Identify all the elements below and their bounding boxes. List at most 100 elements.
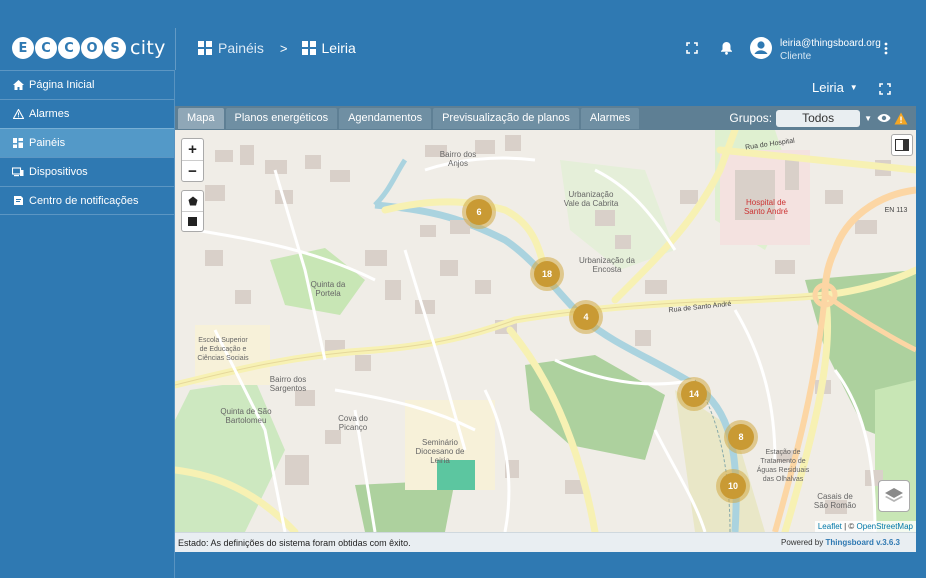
cluster-count: 10 xyxy=(720,473,746,499)
warning-icon[interactable] xyxy=(894,112,908,125)
draw-toolbar xyxy=(181,190,204,232)
sidebar-item-notifications[interactable]: Centro de notificações xyxy=(0,186,174,215)
map-view[interactable]: Bairro dos Anjos Urbanização Vale da Cab… xyxy=(175,130,916,532)
top-bar: E C C O S city Painéis > Leiria leiria@t… xyxy=(0,0,926,70)
home-icon xyxy=(12,79,24,91)
openstreetmap-link[interactable]: OpenStreetMap xyxy=(857,522,913,531)
powered-by: Powered by Thingsboard v.3.6.3 xyxy=(781,538,900,547)
user-info[interactable]: leiria@thingsboard.org Cliente xyxy=(780,37,881,63)
cluster-count: 8 xyxy=(728,424,754,450)
draw-rectangle-button[interactable] xyxy=(182,211,203,231)
breadcrumb: Painéis > Leiria xyxy=(198,40,356,56)
map-label: Urbanização Vale da Cabrita xyxy=(563,190,619,208)
chevron-down-icon[interactable]: ▼ xyxy=(864,114,872,123)
logo-city-text: city xyxy=(130,37,166,59)
marker-cluster[interactable]: 8 xyxy=(724,420,758,454)
tab-energy-plans[interactable]: Planos energéticos xyxy=(225,107,338,129)
attribution-separator: | © xyxy=(841,522,857,531)
map-label: EN 113 xyxy=(884,207,908,214)
tab-alarms[interactable]: Alarmes xyxy=(580,107,640,129)
marker-cluster[interactable]: 6 xyxy=(462,195,496,229)
map-label: Urbanização da Encosta xyxy=(578,256,636,274)
eccos-city-logo[interactable]: E C C O S city xyxy=(12,37,166,59)
marker-cluster[interactable]: 14 xyxy=(677,377,711,411)
tab-plan-preview[interactable]: Previsualização de planos xyxy=(433,107,579,129)
groups-label: Grupos: xyxy=(729,111,773,125)
devices-icon xyxy=(12,166,24,178)
dashboard-fullscreen-button[interactable] xyxy=(879,82,891,100)
map-label: Quinta de São Bartolomeu xyxy=(220,407,272,425)
sidebar-item-devices[interactable]: Dispositivos xyxy=(0,157,174,186)
account-circle-icon xyxy=(750,37,772,59)
sidebar-item-label: Página Inicial xyxy=(29,79,95,91)
dashboard-state-value: Leiria xyxy=(812,80,844,95)
marker-cluster[interactable]: 18 xyxy=(530,257,564,291)
map-label: Estação de Tratamento de Águas Residuais… xyxy=(756,449,810,483)
zoom-in-button[interactable]: + xyxy=(182,139,203,160)
draw-polygon-button[interactable] xyxy=(182,191,203,211)
dashboard-panel: Mapa Planos energéticos Agendamentos Pre… xyxy=(175,106,916,552)
map-label: Quinta da Portela xyxy=(310,280,346,298)
logo-letter: E xyxy=(12,37,34,59)
tab-schedules[interactable]: Agendamentos xyxy=(339,107,432,129)
logo-letter: O xyxy=(81,37,103,59)
breadcrumb-current: Leiria xyxy=(321,40,356,56)
leaflet-link[interactable]: Leaflet xyxy=(818,522,842,531)
zoom-out-button[interactable]: − xyxy=(182,160,203,181)
cluster-count: 14 xyxy=(681,381,707,407)
status-bar: Estado: As definições do sistema foram o… xyxy=(175,532,916,552)
breadcrumb-separator: > xyxy=(279,40,288,56)
warning-icon xyxy=(12,108,24,120)
cluster-count: 4 xyxy=(573,304,599,330)
dashboard-state-select[interactable]: Leiria ▼ xyxy=(812,80,858,95)
fullscreen-icon xyxy=(879,83,891,95)
sidebar-item-home[interactable]: Página Inicial xyxy=(0,70,174,99)
bell-icon xyxy=(721,42,732,55)
app-root: E C C O S city Painéis > Leiria leiria@t… xyxy=(0,0,926,578)
zoom-control: + − xyxy=(181,138,204,182)
map-label: Bairro dos Sargentos xyxy=(269,375,307,393)
map-sidebar-toggle-button[interactable] xyxy=(891,134,913,156)
map-label: Casais de São Romão xyxy=(813,492,857,510)
more-menu-button[interactable] xyxy=(884,42,888,55)
groups-select[interactable]: Todos xyxy=(776,109,861,127)
marker-cluster[interactable]: 4 xyxy=(569,300,603,334)
cluster-count: 6 xyxy=(466,199,492,225)
rectangle-icon xyxy=(188,217,197,226)
cluster-count: 18 xyxy=(534,261,560,287)
map-label: Escola Superior de Educação e Ciências S… xyxy=(197,337,249,362)
sidebar-item-alarms[interactable]: Alarmes xyxy=(0,99,174,128)
map-label: Seminário Diocesano de Leiria xyxy=(415,438,465,465)
powered-prefix: Powered by xyxy=(780,538,826,547)
map-layers-button[interactable] xyxy=(878,480,910,512)
logo-letter: S xyxy=(104,37,126,59)
marker-cluster[interactable]: 10 xyxy=(716,469,750,503)
polygon-icon xyxy=(188,196,197,206)
visibility-icon[interactable] xyxy=(877,113,891,123)
notifications-button[interactable] xyxy=(720,41,733,55)
logo-letter: C xyxy=(58,37,80,59)
chevron-down-icon: ▼ xyxy=(849,83,858,92)
sidebar-item-label: Painéis xyxy=(29,137,66,149)
topbar-divider xyxy=(175,28,176,70)
user-role: Cliente xyxy=(780,51,812,62)
fullscreen-button[interactable] xyxy=(686,42,698,54)
dashboard-icon xyxy=(198,41,212,55)
groups-filter: Grupos: Todos ▼ xyxy=(729,106,908,130)
sidebar-panel-icon xyxy=(895,139,909,151)
dashboard-icon xyxy=(12,137,24,149)
layers-icon xyxy=(885,488,903,502)
thingsboard-link[interactable]: Thingsboard v.3.6.3 xyxy=(825,538,900,547)
dashboard-icon xyxy=(301,41,316,55)
more-vert-icon xyxy=(884,42,888,55)
breadcrumb-dashboards-link[interactable]: Painéis xyxy=(218,40,264,56)
status-text: Estado: As definições do sistema foram o… xyxy=(178,537,411,548)
map-label: Cova do Picanço xyxy=(338,414,368,432)
user-avatar[interactable] xyxy=(750,37,772,59)
map-label: Bairro dos Anjos xyxy=(439,150,477,168)
sidebar-item-dashboards[interactable]: Painéis xyxy=(0,128,174,157)
logo-letter: C xyxy=(35,37,57,59)
map-attribution: Leaflet | © OpenStreetMap xyxy=(814,521,916,532)
fullscreen-icon xyxy=(686,42,698,54)
tab-map[interactable]: Mapa xyxy=(178,107,224,129)
